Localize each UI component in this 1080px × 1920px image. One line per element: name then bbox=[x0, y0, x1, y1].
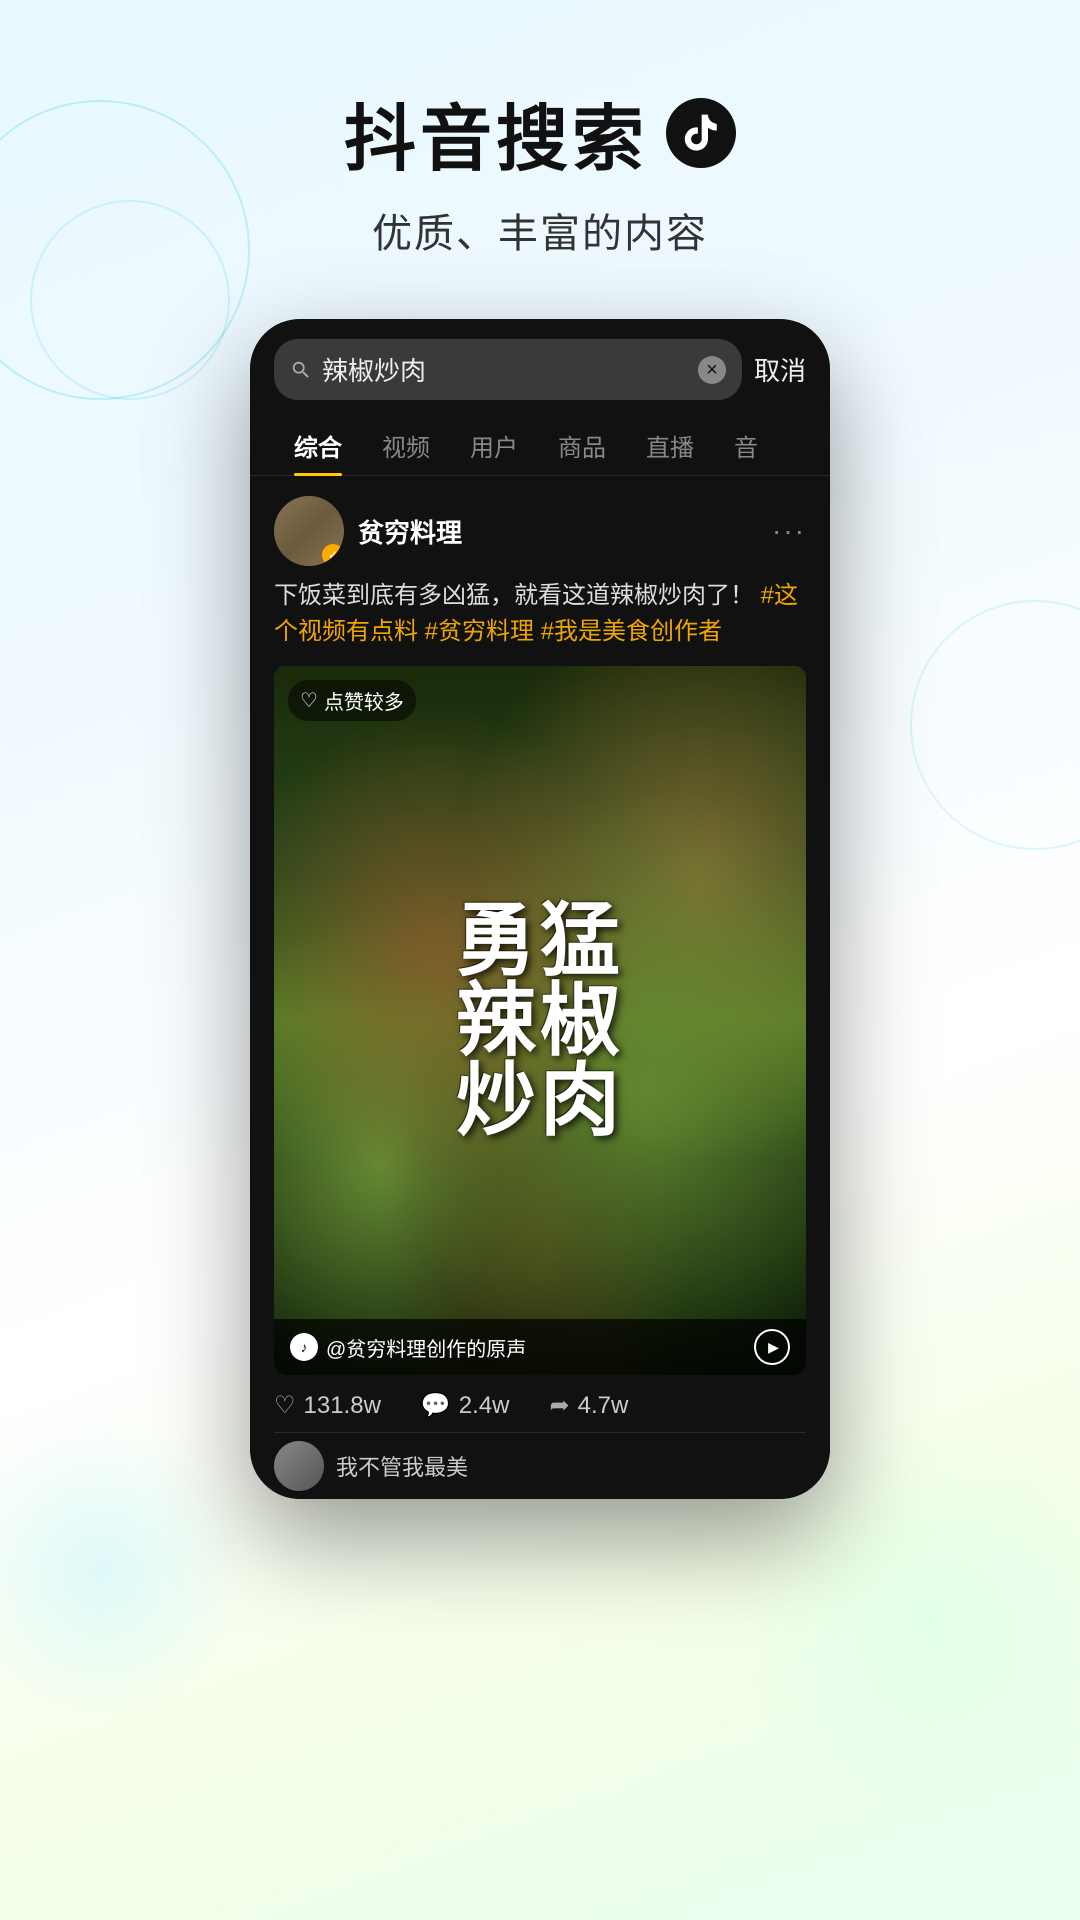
more-options-button[interactable]: ··· bbox=[772, 515, 806, 547]
comments-item[interactable]: 💬 2.4w bbox=[421, 1391, 510, 1420]
comment-text-1: 我不管我最美 bbox=[336, 1450, 468, 1482]
hashtag-2[interactable]: #贫穷料理 bbox=[425, 618, 541, 645]
search-bar: 辣椒炒肉 取消 bbox=[250, 319, 830, 416]
video-thumbnail[interactable]: ♡ 点赞较多 勇猛辣椒炒肉 @贫穷料理创作的原声 bbox=[274, 666, 806, 1375]
search-input-wrap[interactable]: 辣椒炒肉 bbox=[274, 339, 742, 400]
sound-icon bbox=[290, 1333, 318, 1361]
post-text: 下饭菜到底有多凶猛，就看这道辣椒炒肉了！ #这个视频有点料 #贫穷料理 #我是美… bbox=[274, 578, 806, 650]
phone-inner: 辣椒炒肉 取消 综合 视频 用户 商品 直播 音 bbox=[250, 319, 830, 1499]
user-row: 贫穷料理 ··· bbox=[274, 496, 806, 566]
search-icon bbox=[290, 359, 312, 381]
tab-直播[interactable]: 直播 bbox=[626, 416, 714, 475]
comment-icon: 💬 bbox=[421, 1391, 451, 1420]
shares-count: 4.7w bbox=[578, 1392, 629, 1420]
tab-用户[interactable]: 用户 bbox=[450, 416, 538, 475]
subtitle: 优质、丰富的内容 bbox=[0, 201, 1080, 259]
search-query: 辣椒炒肉 bbox=[322, 351, 688, 388]
tiktok-logo bbox=[666, 98, 736, 168]
tab-商品[interactable]: 商品 bbox=[538, 416, 626, 475]
tab-综合[interactable]: 综合 bbox=[274, 416, 362, 475]
engagement-row: ♡ 131.8w 💬 2.4w ➦ 4.7w bbox=[274, 1375, 806, 1432]
play-button[interactable] bbox=[754, 1329, 790, 1365]
app-title: 抖音搜索 bbox=[344, 80, 736, 185]
share-icon: ➦ bbox=[550, 1391, 570, 1420]
hashtag-3[interactable]: #我是美食创作者 bbox=[541, 618, 722, 645]
shares-item[interactable]: ➦ 4.7w bbox=[550, 1391, 629, 1420]
video-text-overlay: 勇猛辣椒炒肉 bbox=[274, 666, 806, 1375]
video-calligraphy: 勇猛辣椒炒肉 bbox=[456, 901, 624, 1141]
username[interactable]: 贫穷料理 bbox=[358, 513, 462, 550]
content-area: 贫穷料理 ··· 下饭菜到底有多凶猛，就看这道辣椒炒肉了！ #这个视频有点料 #… bbox=[250, 476, 830, 1499]
sound-bar: @贫穷料理创作的原声 bbox=[274, 1319, 806, 1375]
verified-badge bbox=[322, 544, 344, 566]
phone-wrapper: 辣椒炒肉 取消 综合 视频 用户 商品 直播 音 bbox=[0, 319, 1080, 1499]
clear-search-button[interactable] bbox=[698, 356, 726, 384]
comment-avatar-1 bbox=[274, 1441, 324, 1491]
likes-count: 131.8w bbox=[304, 1392, 381, 1420]
comment-row-1: 我不管我最美 bbox=[274, 1432, 806, 1499]
avatar bbox=[274, 496, 344, 566]
post-body: 下饭菜到底有多凶猛，就看这道辣椒炒肉了！ bbox=[274, 582, 754, 609]
tab-视频[interactable]: 视频 bbox=[362, 416, 450, 475]
sound-text: @贫穷料理创作的原声 bbox=[326, 1333, 746, 1362]
title-text: 抖音搜索 bbox=[344, 80, 648, 185]
user-info: 贫穷料理 bbox=[274, 496, 462, 566]
heart-icon: ♡ bbox=[274, 1391, 296, 1420]
header-section: 抖音搜索 优质、丰富的内容 bbox=[0, 0, 1080, 259]
likes-item[interactable]: ♡ 131.8w bbox=[274, 1391, 381, 1420]
cancel-button[interactable]: 取消 bbox=[754, 351, 806, 388]
phone-mockup: 辣椒炒肉 取消 综合 视频 用户 商品 直播 音 bbox=[250, 319, 830, 1499]
tab-音[interactable]: 音 bbox=[714, 416, 778, 475]
comments-count: 2.4w bbox=[459, 1392, 510, 1420]
tabs-bar: 综合 视频 用户 商品 直播 音 bbox=[250, 416, 830, 476]
